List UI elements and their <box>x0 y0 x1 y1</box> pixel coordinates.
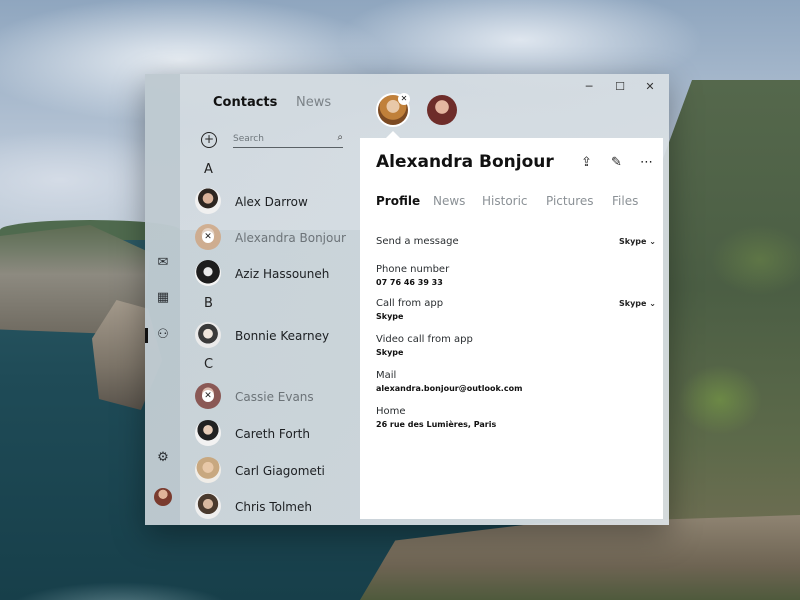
group-header-a: A <box>204 162 213 177</box>
contact-item-chris-tolmeh[interactable]: Chris Tolmeh <box>195 493 345 521</box>
tab-profile[interactable]: Profile <box>376 194 420 208</box>
tab-historic[interactable]: Historic <box>482 194 528 208</box>
contact-name: Carl Giagometi <box>235 464 325 478</box>
search-field: ⌕ <box>233 131 343 148</box>
contact-title: Alexandra Bonjour <box>376 152 554 172</box>
search-input[interactable] <box>233 131 329 146</box>
contact-name: Alexandra Bonjour <box>235 231 346 245</box>
more-icon[interactable]: ⋯ <box>640 155 654 170</box>
tab-news[interactable]: News <box>433 194 465 208</box>
field-label-send-message[interactable]: Send a message <box>376 236 459 247</box>
contact-item-alexandra-bonjour[interactable]: ✕ Alexandra Bonjour <box>195 224 346 252</box>
tab-files[interactable]: Files <box>612 194 638 208</box>
share-icon[interactable]: ⇪ <box>581 155 592 170</box>
tab-news[interactable]: News <box>296 95 331 110</box>
avatar <box>195 260 221 286</box>
video-app-value[interactable]: Skype <box>376 348 403 357</box>
add-contact-button[interactable]: + <box>201 132 217 148</box>
field-label-call: Call from app <box>376 298 444 309</box>
contact-item-cassie-evans[interactable]: ✕ Cassie Evans <box>195 383 345 411</box>
contact-name: Cassie Evans <box>235 390 314 404</box>
minimize-button[interactable]: ─ <box>582 80 596 93</box>
user-avatar[interactable] <box>154 488 172 506</box>
contact-detail-card: Alexandra Bonjour ⇪ ✎ ⋯ Profile News His… <box>360 138 663 519</box>
open-contact-avatar-cassie[interactable] <box>427 95 457 125</box>
service-dropdown[interactable]: Skype ⌄ <box>619 237 656 246</box>
remove-icon[interactable]: ✕ <box>202 231 214 243</box>
mail-value[interactable]: alexandra.bonjour@outlook.com <box>376 384 522 393</box>
contact-name: Chris Tolmeh <box>235 500 312 514</box>
nav-rail: ✉ ▦ ⚇ ⚙ <box>145 74 180 525</box>
contact-name: Alex Darrow <box>235 195 308 209</box>
contact-item-careth-forth[interactable]: Careth Forth <box>195 420 345 448</box>
contact-name: Aziz Hassouneh <box>235 267 330 281</box>
field-label-home: Home <box>376 406 406 417</box>
field-label-phone: Phone number <box>376 264 450 275</box>
close-button[interactable]: ✕ <box>643 80 657 93</box>
avatar <box>195 322 221 348</box>
contact-item-carl-giagometi[interactable]: Carl Giagometi <box>195 457 345 485</box>
remove-icon[interactable]: ✕ <box>202 390 214 402</box>
contact-name: Bonnie Kearney <box>235 329 330 343</box>
active-indicator <box>145 328 148 343</box>
contacts-window: ─ ☐ ✕ ✉ ▦ ⚇ ⚙ Contacts News + ⌕ A Alex D… <box>145 74 669 525</box>
edit-icon[interactable]: ✎ <box>611 155 622 170</box>
avatar <box>195 457 221 483</box>
group-header-b: B <box>204 296 213 311</box>
maximize-button[interactable]: ☐ <box>613 80 627 93</box>
mail-icon[interactable]: ✉ <box>155 255 171 271</box>
call-app-value[interactable]: Skype <box>376 312 403 321</box>
contact-name: Careth Forth <box>235 427 310 441</box>
contact-item-aziz-hassouneh[interactable]: Aziz Hassouneh <box>195 260 345 288</box>
field-label-mail: Mail <box>376 370 397 381</box>
calendar-icon[interactable]: ▦ <box>155 290 171 306</box>
close-contact-icon[interactable]: ✕ <box>398 93 410 105</box>
people-icon[interactable]: ⚇ <box>155 327 171 343</box>
service-dropdown[interactable]: Skype ⌄ <box>619 299 656 308</box>
tab-pictures[interactable]: Pictures <box>546 194 594 208</box>
avatar <box>195 493 221 519</box>
search-icon[interactable]: ⌕ <box>337 132 343 143</box>
contact-item-alex-darrow[interactable]: Alex Darrow <box>195 188 345 216</box>
settings-icon[interactable]: ⚙ <box>155 450 171 466</box>
group-header-c: C <box>204 357 214 372</box>
contact-item-bonnie-kearney[interactable]: Bonnie Kearney <box>195 322 345 350</box>
home-value[interactable]: 26 rue des Lumières, Paris <box>376 420 496 429</box>
contact-list-pane: Contacts News + ⌕ A Alex Darrow ✕ Alexan… <box>180 74 359 525</box>
avatar <box>195 188 221 214</box>
tab-contacts[interactable]: Contacts <box>213 95 277 110</box>
field-label-video: Video call from app <box>376 334 473 345</box>
avatar <box>195 420 221 446</box>
phone-value[interactable]: 07 76 46 39 33 <box>376 278 443 287</box>
